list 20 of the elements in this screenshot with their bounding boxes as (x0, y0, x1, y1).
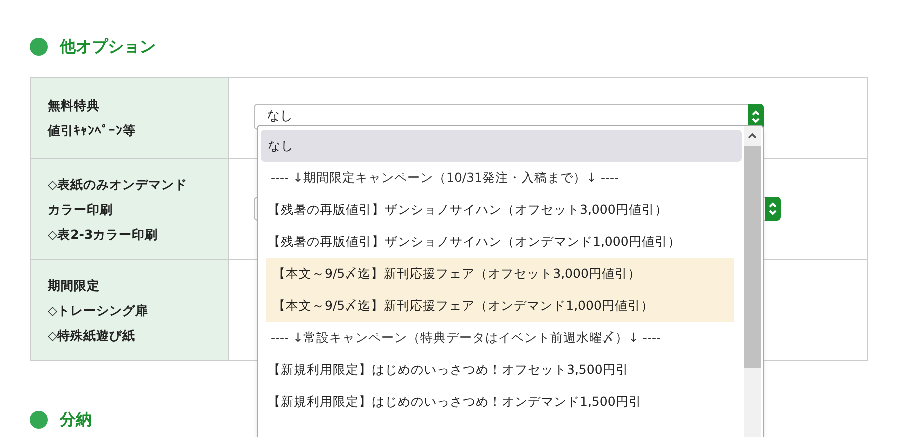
dropdown-option[interactable]: 【残暑の再版値引】ザンショノサイハン（オンデマンド1,000円値引） (261, 226, 742, 258)
bullet-icon (30, 411, 48, 429)
spinner-icon[interactable] (765, 197, 781, 221)
option-group-header: ---- ↓常設キャンペーン（特典データはイベント前週水曜〆）↓ ---- (270, 328, 662, 347)
row-label: 期間限定 ◇トレーシング扉 ◇特殊紙遊び紙 (31, 260, 229, 360)
dropdown-option[interactable]: 【残暑の再版値引】ザンショノサイハン（オフセット3,000円値引） (261, 194, 742, 226)
dropdown-option[interactable]: 【本文～9/5〆迄】新刊応援フェア（オフセット3,000円値引） (266, 258, 734, 290)
scrollbar[interactable] (744, 126, 761, 437)
scrollbar-thumb[interactable] (744, 146, 761, 368)
scroll-up-icon[interactable] (748, 133, 757, 139)
option-group-header: ---- ↓期間限定キャンペーン（10/31発注・入稿まで）↓ ---- (270, 168, 620, 187)
row-label: ◇表紙のみオンデマンド カラー印刷 ◇表2-3カラー印刷 (31, 159, 229, 259)
dropdown-option[interactable]: 【本文～9/5〆迄】新刊応援フェア（オンデマンド1,000円値引） (266, 290, 734, 322)
dropdown-option[interactable]: なし (261, 130, 742, 162)
section-title: 分納 (60, 409, 92, 431)
dropdown-option[interactable]: 【新規利用限定】はじめのいっさつめ！オンデマンド1,500円引 (261, 386, 742, 418)
row-label: 無料特典 値引ｷｬﾝﾍﾟｰﾝ等 (31, 78, 229, 158)
section-title: 他オプション (60, 36, 156, 58)
bullet-icon (30, 38, 48, 56)
dropdown-option[interactable]: 【新規利用限定】はじめのいっさつめ！オフセット3,500円引 (261, 354, 742, 386)
